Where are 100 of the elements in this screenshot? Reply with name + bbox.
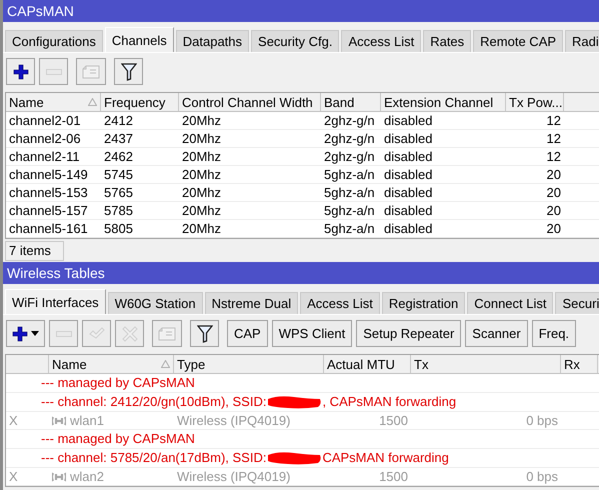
table-cell-text: 1500 (378, 412, 409, 429)
table-cell-text: 12 (546, 148, 562, 165)
plus-icon (12, 64, 28, 80)
header-label: Type (177, 356, 206, 373)
table-cell-text: 20 (546, 220, 562, 237)
header-label: Rx (564, 356, 580, 373)
tab[interactable]: Security Cfg. (251, 30, 340, 52)
table-cell-text: 5785 (103, 202, 134, 219)
tab[interactable]: Rates (423, 30, 472, 52)
tab[interactable]: WiFi Interfaces (5, 289, 106, 314)
window-title: CAPsMAN (3, 0, 599, 22)
table-cell-text: 20 (546, 202, 562, 219)
table-cell-text: channel2-01 (8, 112, 82, 129)
toolbar-button[interactable]: Freq. (532, 320, 576, 347)
tab[interactable]: Securi (555, 292, 599, 314)
table-cell-text: 20Mhz (181, 130, 222, 147)
table-cell-text: 20Mhz (181, 220, 222, 237)
toolbar-button[interactable]: Scanner (465, 320, 528, 347)
comment-row[interactable]: --- channel: 2412/20/gn(10dBm), SSID: , CAPsMAN forwarding (6, 393, 599, 412)
column-header[interactable]: Name (6, 93, 101, 111)
tab[interactable]: Nstreme Dual (204, 292, 298, 314)
table-cell-text: 5ghz-a/n (323, 184, 376, 201)
table-cell-text: 12 (546, 130, 562, 147)
table-cell-text: 5ghz-a/n (323, 220, 376, 237)
table-cell-text: 12 (546, 112, 562, 129)
table-cell-text: 20Mhz (181, 112, 222, 129)
comment-row[interactable]: --- managed by CAPsMAN (6, 430, 599, 449)
header-label: Frequency (104, 94, 166, 111)
table-cell-text: 2ghz-g/n (323, 130, 376, 147)
table-cell-text: disabled (383, 166, 434, 183)
table-cell-text: 0 bps (525, 412, 559, 429)
filter-button[interactable] (114, 58, 143, 85)
filter-icon (196, 324, 212, 342)
table-cell-text: disabled (383, 184, 434, 201)
note-icon (158, 326, 176, 340)
table-cell-text: channel2-06 (8, 130, 82, 147)
table-cell-text: Wireless (IPQ4019) (176, 468, 292, 485)
table-cell-text: X (8, 468, 19, 485)
caret-icon (31, 331, 39, 336)
table-cell-text: 2ghz-g/n (323, 148, 376, 165)
comment-row[interactable]: --- managed by CAPsMAN (6, 374, 599, 393)
tab[interactable]: Channels (104, 27, 174, 52)
sort-icon (88, 98, 97, 106)
minus-icon (56, 330, 72, 336)
column-header[interactable]: Actual MTU (324, 355, 411, 373)
comment-row[interactable]: --- channel: 5785/20/an(17dBm), SSID: CAPsMAN forwarding (6, 449, 599, 468)
comment-text: , CAPsMAN forwarding (322, 393, 456, 411)
column-header[interactable]: Tx (411, 355, 561, 373)
table-cell-text: channel5-161 (8, 220, 89, 237)
table-cell-text: 0 bps (525, 468, 559, 485)
tab[interactable]: Connect List (467, 292, 554, 314)
column-header[interactable]: Type (174, 355, 324, 373)
tab[interactable]: Datapaths (176, 30, 250, 52)
toolbar-button[interactable]: WPS Client (272, 320, 352, 347)
table-cell-text: disabled (383, 220, 434, 237)
table-cell: wlan2 (70, 468, 104, 485)
table-cell-text: 20Mhz (181, 184, 222, 201)
column-header[interactable]: Rx (561, 355, 598, 373)
tab[interactable]: Radi (565, 30, 599, 52)
cross-icon (122, 326, 138, 342)
toolbar-button[interactable]: Setup Repeater (356, 320, 462, 347)
header-label: Name (9, 94, 44, 111)
table-cell-text: 5ghz-a/n (323, 202, 376, 219)
filter-button[interactable] (190, 320, 219, 347)
comment-text: --- channel: 5785/20/an(17dBm), SSID: (41, 449, 266, 467)
sort-icon (161, 360, 170, 368)
column-header[interactable]: Name (49, 355, 174, 373)
header-label: Name (52, 356, 87, 373)
tab[interactable]: Access List (300, 292, 380, 314)
table-cell-text: 2412 (103, 112, 134, 129)
comment-text: --- managed by CAPsMAN (41, 374, 195, 392)
table-cell-text: disabled (383, 148, 434, 165)
table-cell-text: channel2-11 (8, 148, 81, 165)
column-header[interactable]: Frequency (101, 93, 179, 111)
header-label: Tx (414, 356, 428, 373)
table-cell-text: 2ghz-g/n (323, 112, 376, 129)
table-cell-text: 1500 (378, 468, 409, 485)
column-header[interactable]: Band (321, 93, 381, 111)
table-cell-text: disabled (383, 202, 434, 219)
table-cell-text: 5805 (103, 220, 134, 237)
header-label: Actual MTU (327, 356, 395, 373)
note-icon (82, 64, 100, 78)
table-cell-text: 5745 (103, 166, 134, 183)
tab[interactable]: Registration (382, 292, 466, 314)
add-menu-button[interactable] (6, 320, 45, 347)
table-cell-text: disabled (383, 112, 434, 129)
tab[interactable]: Configurations (5, 30, 103, 52)
toolbar-button[interactable]: CAP (227, 320, 268, 347)
table-cell-text: disabled (383, 130, 434, 147)
add-button[interactable] (6, 58, 35, 85)
tab[interactable]: W60G Station (108, 292, 203, 314)
filter-icon (120, 62, 136, 80)
table-cell-text: Wireless (IPQ4019) (176, 412, 292, 429)
plus-icon (12, 326, 28, 342)
header-label: Band (324, 94, 354, 111)
comment-text: --- managed by CAPsMAN (41, 430, 195, 448)
table-cell-text: channel5-157 (8, 202, 89, 219)
tab[interactable]: Access List (341, 30, 422, 52)
comment-text: CAPsMAN forwarding (322, 449, 449, 467)
tab[interactable]: Remote CAP (473, 30, 564, 52)
